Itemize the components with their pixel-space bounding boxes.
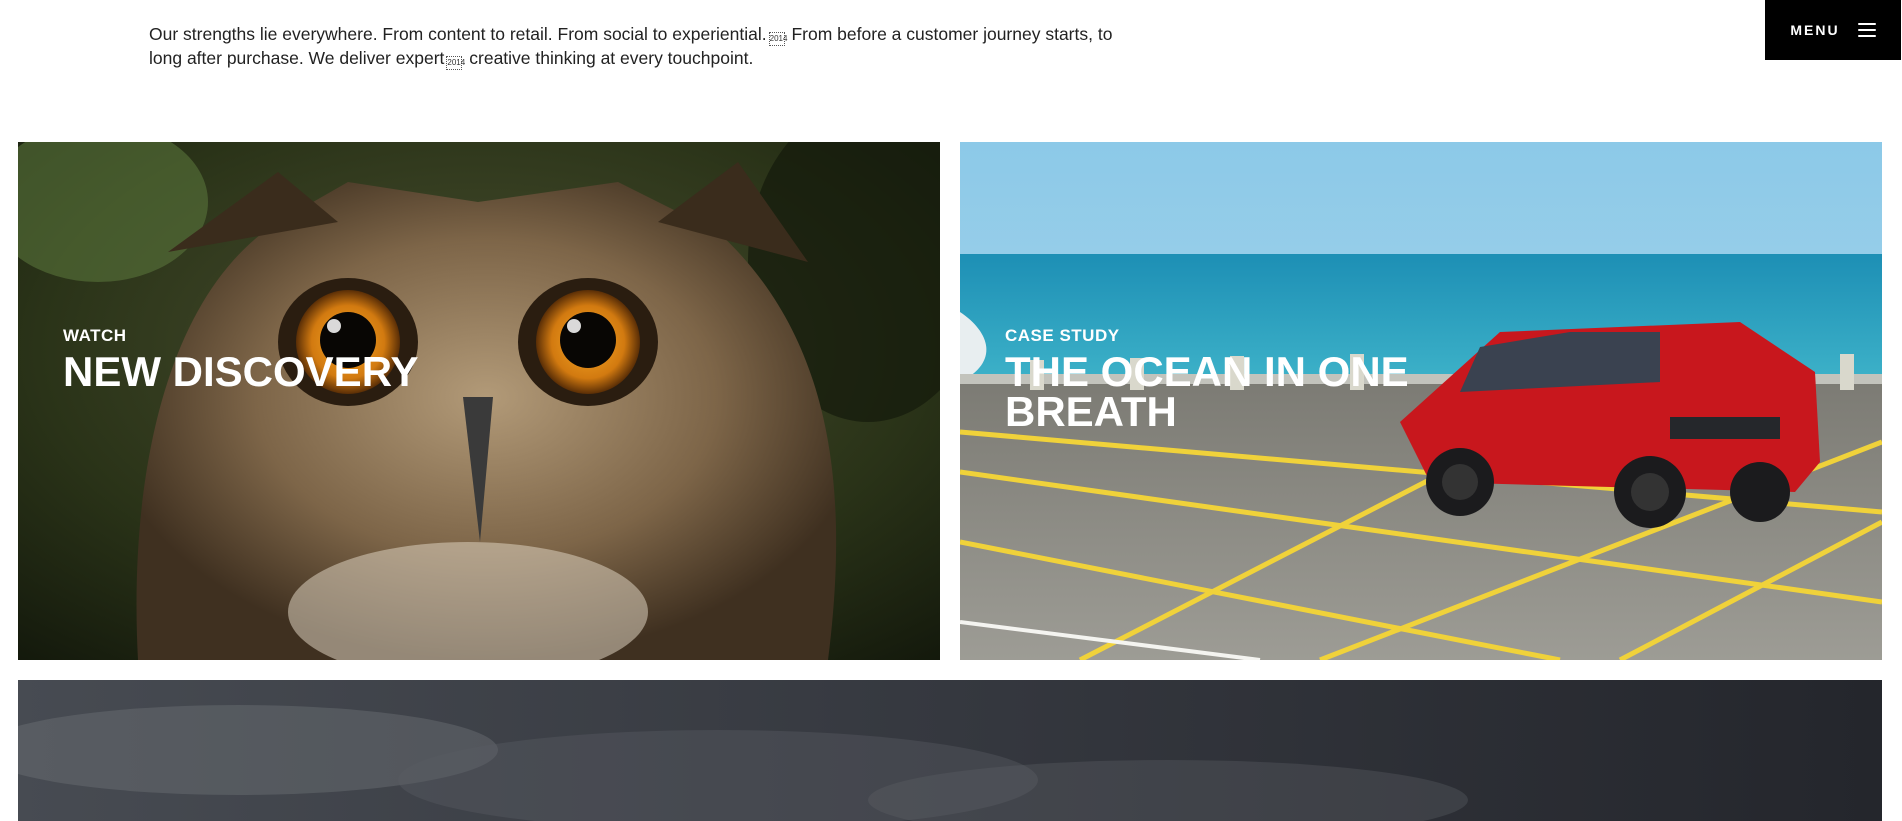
menu-label: MENU: [1790, 22, 1840, 38]
owl-image: [18, 142, 940, 660]
missing-glyph-icon: 2014: [446, 56, 465, 70]
card-ocean-in-one-breath[interactable]: CASE STUDY THE OCEAN IN ONE BREATH: [960, 142, 1882, 660]
card-title[interactable]: THE OCEAN IN ONE BREATH: [1005, 351, 1485, 433]
card-stormy-clouds[interactable]: [18, 680, 1882, 821]
card-title[interactable]: NEW DISCOVERY: [63, 351, 418, 393]
intro-text-2a: long after purchase. We deliver expert: [149, 48, 445, 68]
card-kicker: WATCH: [63, 326, 127, 345]
missing-glyph-icon: 2014: [768, 32, 787, 46]
intro-text-1b: From before a customer journey starts, t…: [786, 24, 1113, 44]
card-new-discovery[interactable]: WATCH NEW DISCOVERY: [18, 142, 940, 660]
card-kicker: CASE STUDY: [1005, 326, 1120, 345]
menu-button[interactable]: MENU: [1765, 0, 1901, 60]
intro-text-2b: creative thinking at every touchpoint.: [464, 48, 754, 68]
intro-text-1a: Our strengths lie everywhere. From conte…: [149, 24, 767, 44]
hamburger-icon: [1857, 23, 1876, 37]
card-caption: CASE STUDY THE OCEAN IN ONE BREATH: [1005, 326, 1485, 433]
intro-paragraph: Our strengths lie everywhere. From conte…: [149, 22, 1249, 70]
card-caption: WATCH NEW DISCOVERY: [63, 326, 418, 393]
stormy-clouds-image: [18, 680, 1882, 821]
